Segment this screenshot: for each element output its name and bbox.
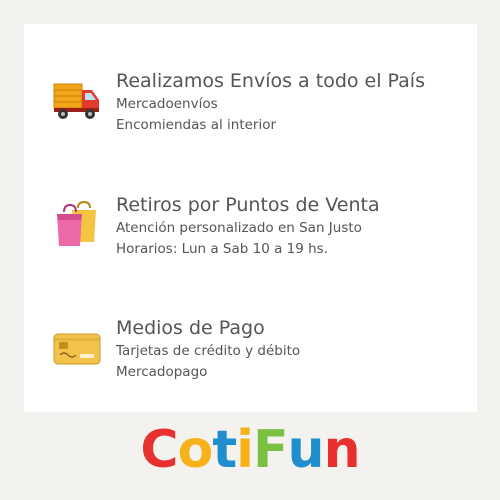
feature-line: Atención personalizado en San Justo	[116, 220, 362, 236]
feature-line: Tarjetas de crédito y débito	[116, 343, 301, 359]
feature-title: Realizamos Envíos a todo el País	[116, 70, 425, 92]
feature-line: Encomiendas al interior	[116, 117, 277, 133]
feature-line: Mercadopago	[116, 364, 208, 380]
feature-title: Retiros por Puntos de Venta	[116, 194, 380, 216]
feature-line: Horarios: Lun a Sab 10 a 19 hs.	[116, 241, 329, 257]
brand-logo: CotiFun	[0, 418, 500, 482]
logo-letter: i	[236, 420, 254, 480]
info-card: Realizamos Envíos a todo el País Mercado…	[24, 24, 477, 412]
logo-letter: t	[212, 420, 237, 480]
logo-letter: F	[253, 420, 289, 480]
feature-line: Mercadoenvíos	[116, 96, 218, 112]
shopping-bags-icon	[52, 200, 102, 250]
logo-letter: C	[140, 420, 178, 480]
delivery-truck-icon	[52, 76, 102, 126]
logo-letter: u	[287, 420, 325, 480]
credit-card-icon	[52, 323, 102, 373]
feature-title: Medios de Pago	[116, 317, 265, 339]
logo-letter: o	[177, 420, 214, 480]
logo-letter: n	[323, 420, 361, 480]
